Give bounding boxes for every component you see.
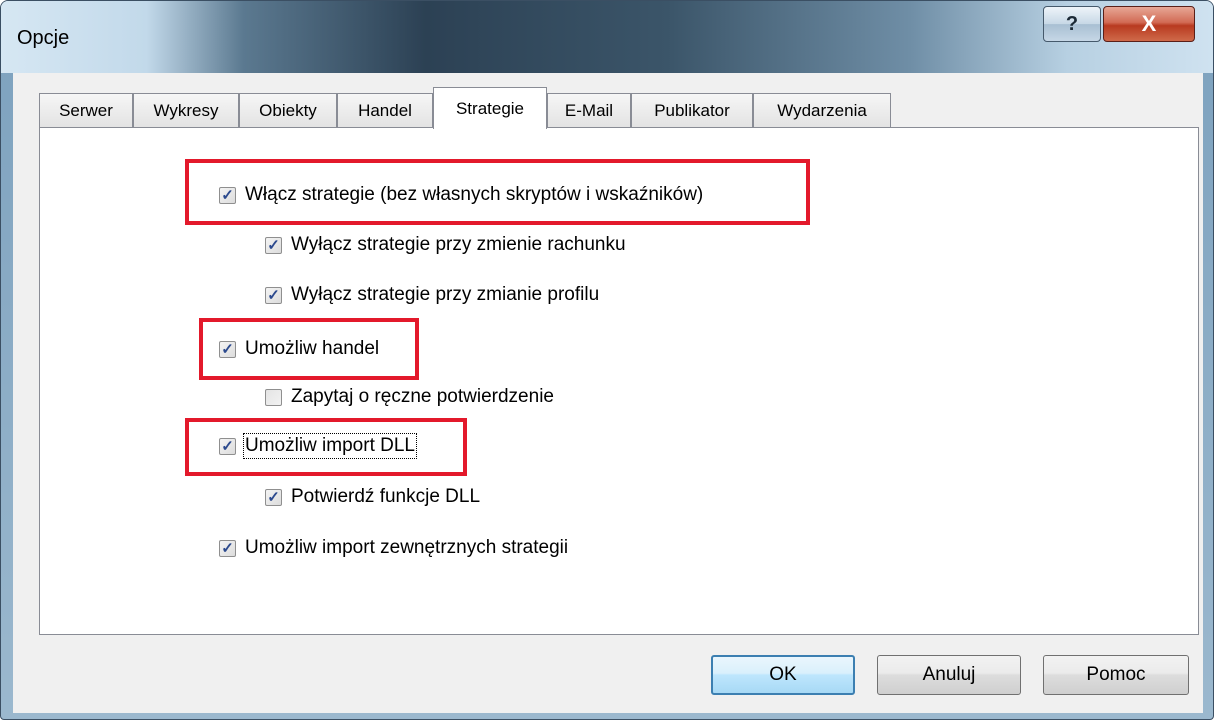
option-disable-on-profile-change[interactable]: Wyłącz strategie przy zmianie profilu [265, 284, 599, 306]
tab-handel[interactable]: Handel [337, 93, 433, 127]
checkbox-allow-external-strategies[interactable] [219, 539, 236, 557]
option-label: Umożliw import zewnętrznych strategii [245, 537, 569, 558]
tab-strategie[interactable]: Strategie [433, 87, 547, 129]
tab-publikator[interactable]: Publikator [631, 93, 753, 127]
option-label: Wyłącz strategie przy zmienie rachunku [291, 234, 626, 255]
option-enable-strategies[interactable]: Włącz strategie (bez własnych skryptów i… [219, 184, 703, 206]
window-title: Opcje [17, 27, 70, 49]
option-allow-dll-import[interactable]: Umożliw import DLL [219, 433, 417, 459]
tab-wykresy[interactable]: Wykresy [133, 93, 239, 127]
dialog-body: Serwer Wykresy Obiekty Handel Strategie … [13, 73, 1203, 713]
close-icon[interactable]: X [1103, 6, 1195, 42]
tab-serwer[interactable]: Serwer [39, 93, 133, 127]
option-confirm-dll-functions[interactable]: Potwierdź funkcje DLL [265, 486, 480, 508]
checkbox-allow-trading[interactable] [219, 340, 236, 358]
checkbox-confirm-dll-functions[interactable] [265, 488, 282, 506]
option-allow-trading[interactable]: Umożliw handel [219, 338, 379, 360]
checkbox-enable-strategies[interactable] [219, 186, 236, 204]
help-button[interactable]: Pomoc [1043, 655, 1189, 695]
tab-wydarzenia[interactable]: Wydarzenia [753, 93, 891, 127]
option-label: Umożliw import DLL [243, 433, 417, 459]
option-allow-external-strategies[interactable]: Umożliw import zewnętrznych strategii [219, 537, 568, 559]
checkbox-allow-dll-import[interactable] [219, 437, 236, 455]
option-ask-manual-confirmation[interactable]: Zapytaj o ręczne potwierdzenie [265, 386, 554, 408]
help-icon[interactable]: ? [1043, 6, 1101, 42]
checkbox-disable-on-account-change[interactable] [265, 236, 282, 254]
option-disable-on-account-change[interactable]: Wyłącz strategie przy zmienie rachunku [265, 234, 626, 256]
ok-button[interactable]: OK [711, 655, 855, 695]
checkbox-disable-on-profile-change[interactable] [265, 286, 282, 304]
checkbox-ask-manual-confirmation[interactable] [265, 388, 282, 406]
tab-obiekty[interactable]: Obiekty [239, 93, 337, 127]
option-label: Potwierdź funkcje DLL [291, 486, 481, 507]
option-label: Wyłącz strategie przy zmianie profilu [291, 284, 600, 305]
options-dialog: Opcje ? X Serwer Wykresy Obiekty Handel … [0, 0, 1214, 720]
cancel-button[interactable]: Anuluj [877, 655, 1021, 695]
tab-email[interactable]: E-Mail [547, 93, 631, 127]
title-bar[interactable]: Opcje ? X [1, 1, 1213, 73]
option-label: Włącz strategie (bez własnych skryptów i… [245, 184, 704, 205]
option-label: Zapytaj o ręczne potwierdzenie [291, 386, 554, 407]
option-label: Umożliw handel [245, 338, 380, 359]
